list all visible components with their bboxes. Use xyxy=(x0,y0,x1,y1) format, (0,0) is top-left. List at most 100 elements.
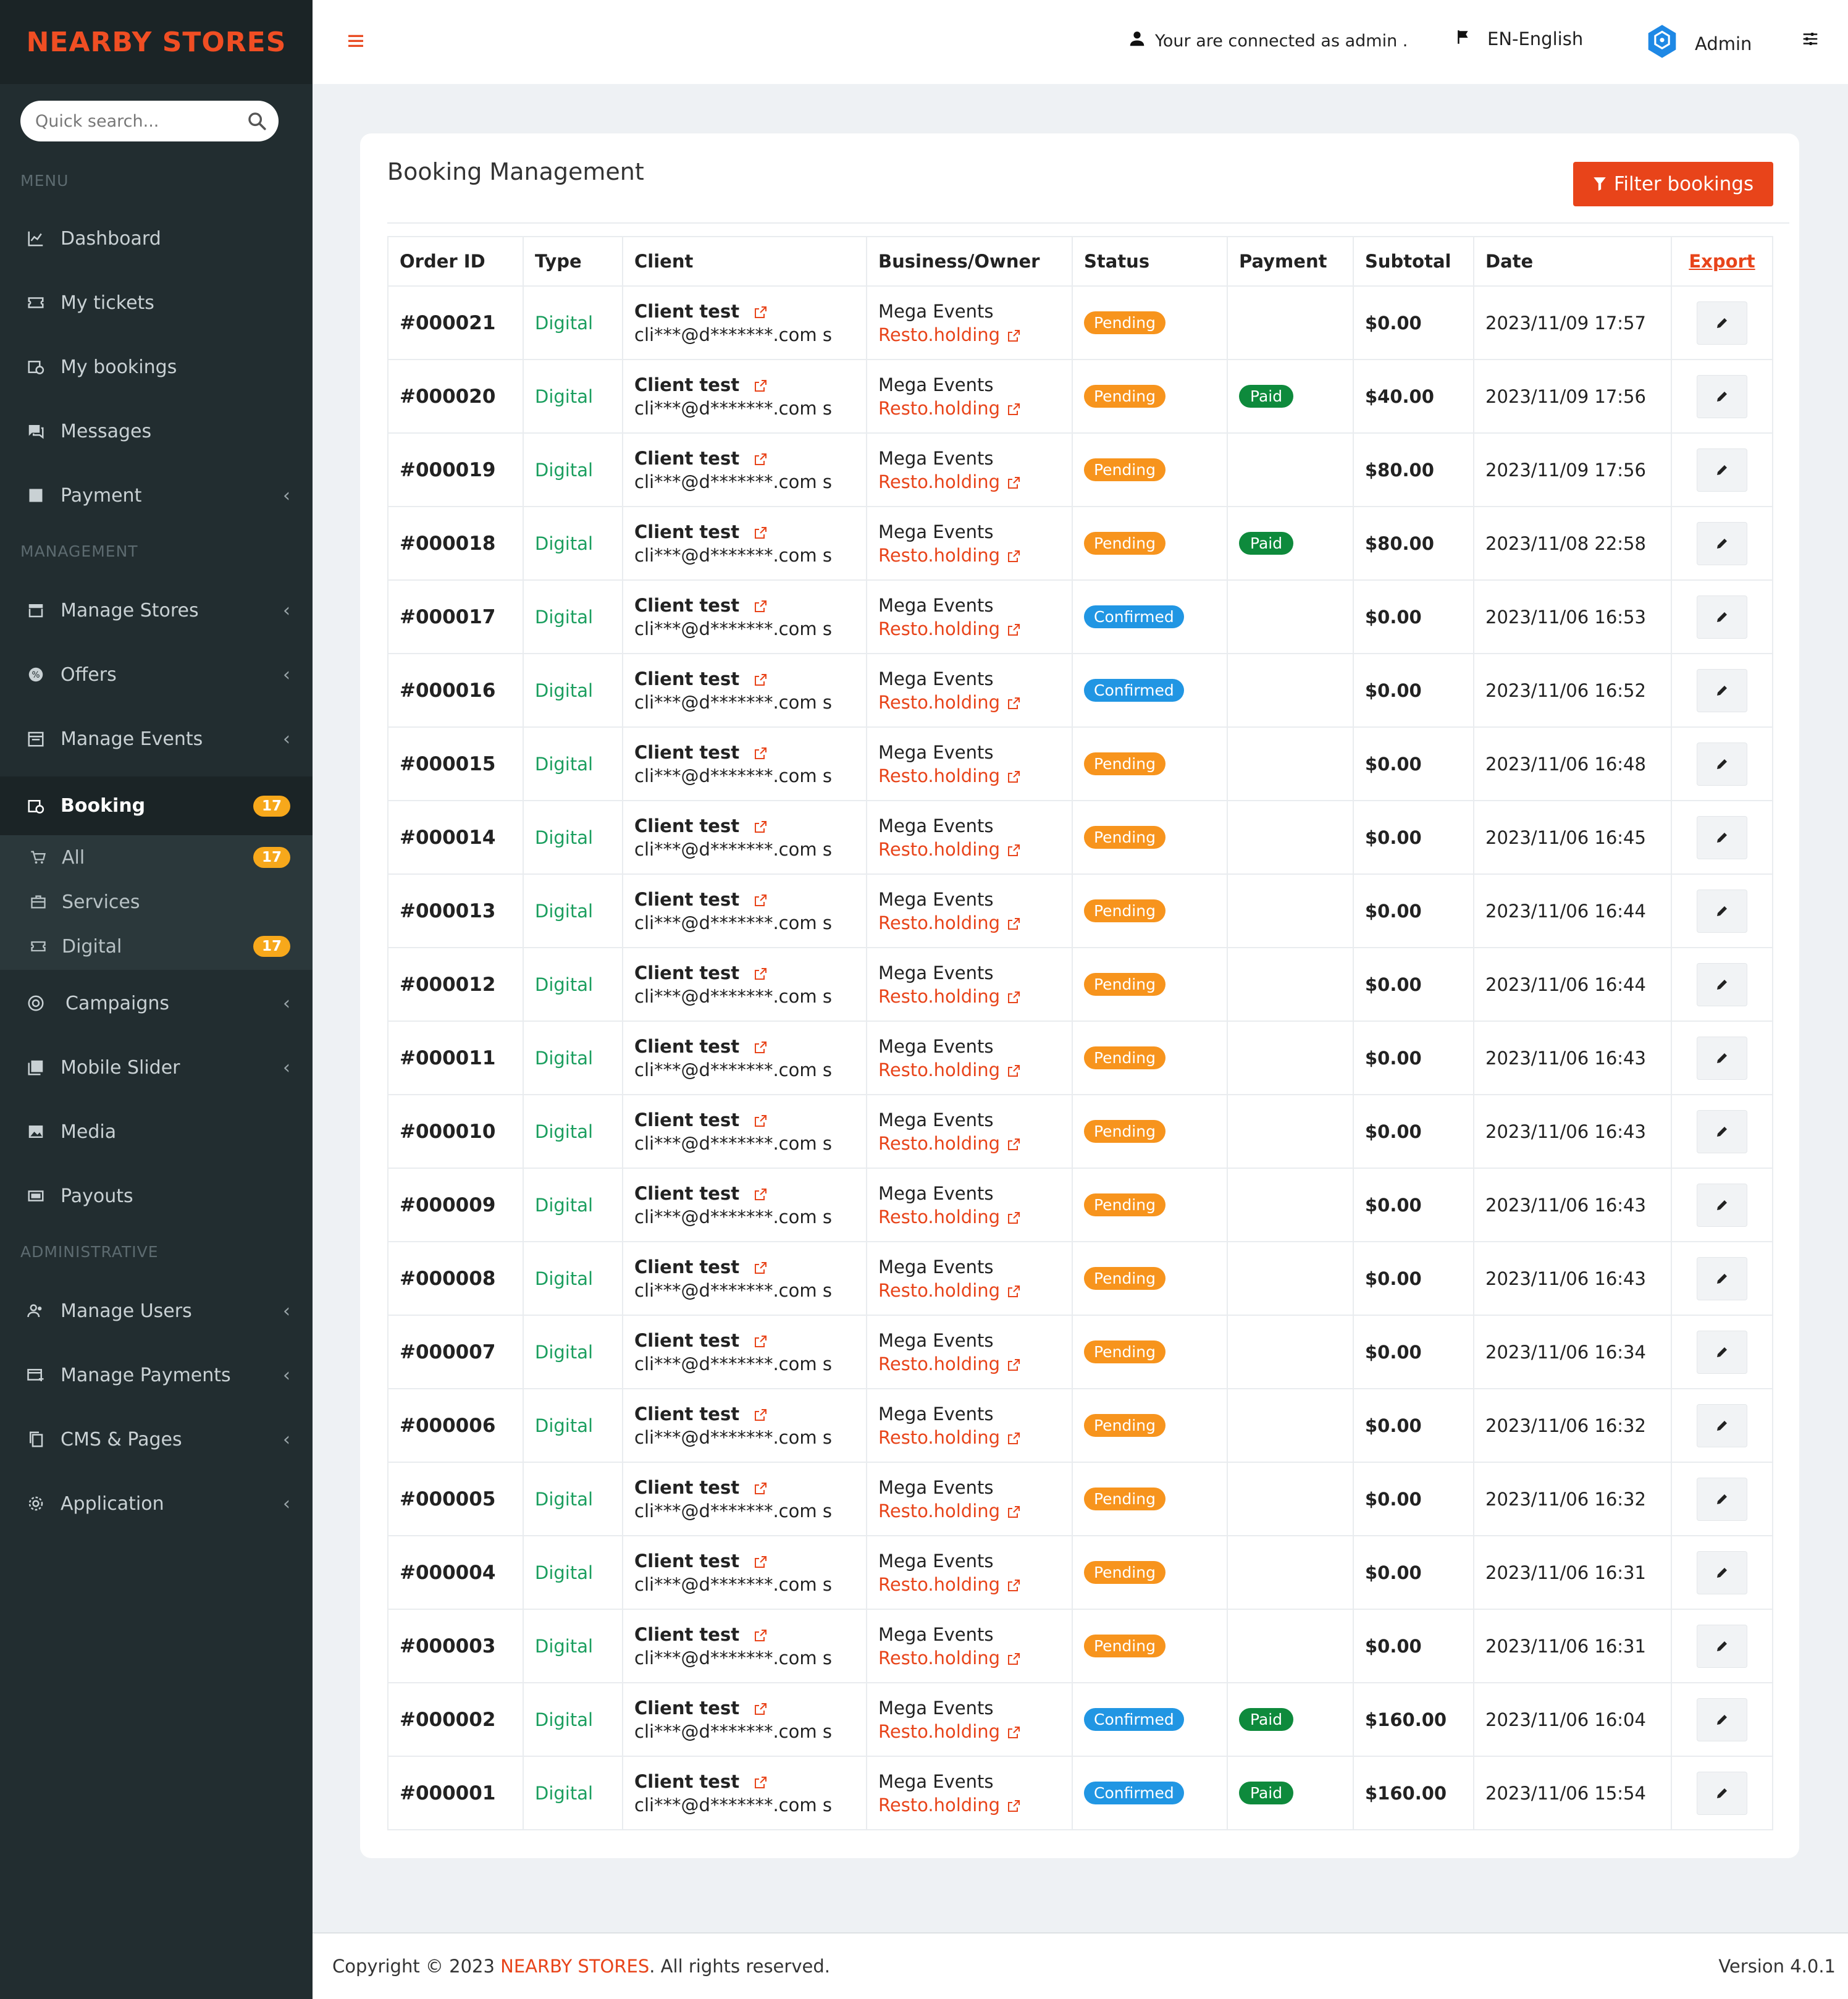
language-selector[interactable]: EN-English xyxy=(1455,28,1583,49)
external-link-icon[interactable] xyxy=(753,1479,769,1496)
owner-link[interactable]: Resto.holding xyxy=(878,471,1060,492)
external-link-icon[interactable] xyxy=(753,818,769,834)
nav-booking[interactable]: Booking 17 xyxy=(0,776,313,835)
edit-button[interactable] xyxy=(1697,742,1747,786)
external-link-icon[interactable] xyxy=(753,1627,769,1643)
external-link-icon[interactable] xyxy=(753,891,769,907)
admin-profile[interactable]: Admin xyxy=(1645,23,1752,64)
sub-item-digital[interactable]: Digital 17 xyxy=(0,924,313,969)
owner-link[interactable]: Resto.holding xyxy=(878,1133,1060,1154)
edit-button[interactable] xyxy=(1697,1256,1747,1300)
edit-button[interactable] xyxy=(1697,1698,1747,1741)
edit-button[interactable] xyxy=(1697,1624,1747,1668)
nav-offers[interactable]: % Offers ‹ xyxy=(0,648,313,701)
col-client[interactable]: Client xyxy=(622,236,867,287)
external-link-icon[interactable] xyxy=(753,1185,769,1202)
edit-button[interactable] xyxy=(1697,521,1747,565)
external-link-icon[interactable] xyxy=(753,1553,769,1569)
owner-link[interactable]: Resto.holding xyxy=(878,692,1060,713)
nav-campaigns[interactable]: Campaigns ‹ xyxy=(0,977,313,1030)
edit-button[interactable] xyxy=(1697,668,1747,712)
external-link-icon[interactable] xyxy=(753,1774,769,1790)
owner-link[interactable]: Resto.holding xyxy=(878,1648,1060,1669)
edit-button[interactable] xyxy=(1697,1771,1747,1815)
edit-button[interactable] xyxy=(1697,448,1747,492)
nav-application[interactable]: Application ‹ xyxy=(0,1477,313,1530)
col-payment[interactable]: Payment xyxy=(1227,236,1354,287)
edit-button[interactable] xyxy=(1697,1036,1747,1080)
edit-button[interactable] xyxy=(1697,1109,1747,1153)
owner-link[interactable]: Resto.holding xyxy=(878,1280,1060,1301)
search-icon[interactable] xyxy=(246,109,267,133)
external-link-icon[interactable] xyxy=(753,671,769,687)
external-link-icon[interactable] xyxy=(753,450,769,466)
nav-manage-payments[interactable]: Manage Payments ‹ xyxy=(0,1349,313,1402)
owner-link[interactable]: Resto.holding xyxy=(878,1427,1060,1448)
nav-payment[interactable]: Payment ‹ xyxy=(0,469,313,522)
external-link-icon[interactable] xyxy=(753,1700,769,1716)
edit-button[interactable] xyxy=(1697,301,1747,345)
edit-button[interactable] xyxy=(1697,962,1747,1006)
owner-link[interactable]: Resto.holding xyxy=(878,765,1060,786)
owner-link[interactable]: Resto.holding xyxy=(878,1353,1060,1374)
edit-button[interactable] xyxy=(1697,815,1747,859)
external-link-icon[interactable] xyxy=(753,744,769,760)
nav-payouts[interactable]: Payouts xyxy=(0,1169,313,1223)
copyright-brand-link[interactable]: NEARBY STORES xyxy=(500,1956,649,1977)
col-business-owner[interactable]: Business/Owner xyxy=(866,236,1073,287)
edit-button[interactable] xyxy=(1697,1404,1747,1447)
edit-button[interactable] xyxy=(1697,1551,1747,1594)
nav-dashboard[interactable]: Dashboard xyxy=(0,212,313,265)
external-link-icon[interactable] xyxy=(753,597,769,613)
edit-button[interactable] xyxy=(1697,595,1747,639)
nav-manage-events[interactable]: Manage Events ‹ xyxy=(0,712,313,765)
filter-bookings-button[interactable]: Filter bookings xyxy=(1573,162,1773,206)
sub-item-services[interactable]: Services xyxy=(0,880,313,924)
owner-link[interactable]: Resto.holding xyxy=(878,1574,1060,1595)
owner-link[interactable]: Resto.holding xyxy=(878,1500,1060,1521)
owner-link[interactable]: Resto.holding xyxy=(878,398,1060,419)
nav-manage-users[interactable]: Manage Users ‹ xyxy=(0,1284,313,1337)
nav-manage-stores[interactable]: Manage Stores ‹ xyxy=(0,584,313,637)
hamburger-menu-icon[interactable] xyxy=(346,31,371,53)
col-date[interactable]: Date xyxy=(1473,236,1672,287)
owner-link[interactable]: Resto.holding xyxy=(878,324,1060,345)
edit-button[interactable] xyxy=(1697,1330,1747,1374)
owner-link[interactable]: Resto.holding xyxy=(878,986,1060,1007)
edit-button[interactable] xyxy=(1697,374,1747,418)
owner-link[interactable]: Resto.holding xyxy=(878,1795,1060,1816)
external-link-icon[interactable] xyxy=(753,1038,769,1054)
nav-mobile-slider[interactable]: Mobile Slider ‹ xyxy=(0,1041,313,1094)
external-link-icon[interactable] xyxy=(753,1112,769,1128)
owner-link[interactable]: Resto.holding xyxy=(878,618,1060,639)
owner-link[interactable]: Resto.holding xyxy=(878,545,1060,566)
export-link[interactable]: Export xyxy=(1671,236,1773,287)
external-link-icon[interactable] xyxy=(753,1259,769,1275)
nav-my-tickets[interactable]: My tickets xyxy=(0,276,313,329)
owner-link[interactable]: Resto.holding xyxy=(878,1206,1060,1227)
owner-link[interactable]: Resto.holding xyxy=(878,1721,1060,1742)
sub-item-all[interactable]: All 17 xyxy=(0,835,313,880)
col-order-id[interactable]: Order ID xyxy=(387,236,524,287)
external-link-icon[interactable] xyxy=(753,1406,769,1422)
brand-logo[interactable]: NEARBY STORES xyxy=(0,0,313,84)
external-link-icon[interactable] xyxy=(753,303,769,319)
col-type[interactable]: Type xyxy=(523,236,623,287)
nav-messages[interactable]: Messages xyxy=(0,405,313,458)
edit-button[interactable] xyxy=(1697,1183,1747,1227)
owner-link[interactable]: Resto.holding xyxy=(878,912,1060,933)
external-link-icon[interactable] xyxy=(753,1332,769,1349)
nav-my-bookings[interactable]: My bookings xyxy=(0,340,313,393)
external-link-icon[interactable] xyxy=(753,377,769,393)
nav-media[interactable]: Media xyxy=(0,1105,313,1158)
external-link-icon[interactable] xyxy=(753,524,769,540)
col-subtotal[interactable]: Subtotal xyxy=(1353,236,1474,287)
owner-link[interactable]: Resto.holding xyxy=(878,1059,1060,1080)
col-status[interactable]: Status xyxy=(1072,236,1228,287)
external-link-icon[interactable] xyxy=(753,965,769,981)
search-input[interactable] xyxy=(35,111,246,131)
settings-sliders-icon[interactable] xyxy=(1801,30,1826,54)
edit-button[interactable] xyxy=(1697,1477,1747,1521)
owner-link[interactable]: Resto.holding xyxy=(878,839,1060,860)
nav-cms-pages[interactable]: CMS & Pages ‹ xyxy=(0,1413,313,1466)
